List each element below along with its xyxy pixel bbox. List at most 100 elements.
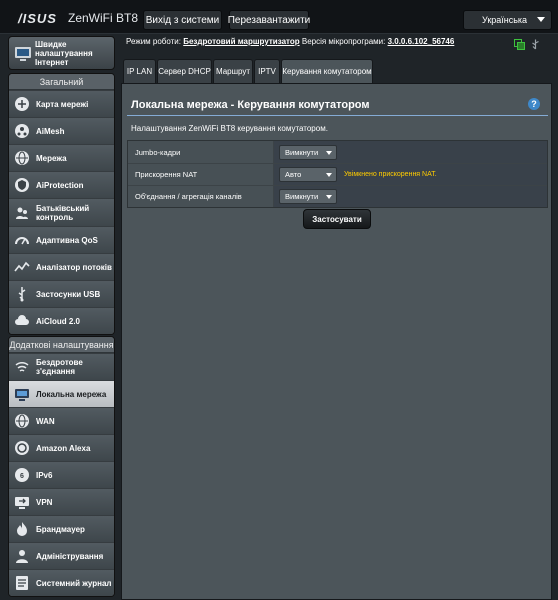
table-row: Jumbo-кадри Вимкнути [128,141,547,163]
link-aggregation-value: Вимкнути [285,192,319,201]
network-icon [14,150,30,166]
tab-iptv[interactable]: IPTV [254,59,280,83]
syslog-icon [14,575,30,591]
jumbo-frame-select[interactable]: Вимкнути [279,144,337,160]
firmware-label: Версія мікропрограми: [301,37,386,46]
tab-switch-control[interactable]: Керування комутатором [281,59,373,83]
svg-text:6: 6 [20,473,24,480]
parental-control-icon [14,205,30,221]
top-bar: /ISUS ZenWiFi BT8 Вихід з системи Переза… [0,0,558,34]
model-name: ZenWiFi BT8 [68,11,139,25]
sidebar-item-network-map[interactable]: Карта мережі [9,90,114,117]
table-row: Об'єднання / агрегація каналів Вимкнути [128,185,547,207]
quick-setup-label: Швидке налаштування Інтернет [35,39,93,67]
sidebar-item-label: AiProtection [36,180,84,190]
quick-setup-button[interactable]: Швидке налаштування Інтернет [8,36,115,70]
sidebar-item-parental-control[interactable]: Батьківський контроль [9,198,114,226]
cloud-icon [14,313,30,329]
help-icon[interactable]: ? [528,98,540,110]
sidebar-item-wireless[interactable]: Бездротове з'єднання [9,353,114,380]
sidebar-item-administration[interactable]: Адміністрування [9,542,114,569]
jumbo-frame-cell: Вимкнути [274,141,547,163]
sidebar-item-network[interactable]: Мережа [9,144,114,171]
main-panel: Локальна мережа - Керування комутатором … [121,83,552,600]
nat-acceleration-label: Прискорення NAT [128,164,274,185]
nat-acceleration-select[interactable]: Авто [279,167,337,182]
status-icons [514,37,541,50]
language-label: Українська [482,15,528,25]
chevron-down-icon [326,173,332,177]
chevron-down-icon [326,150,332,155]
network-map-icon [14,96,30,112]
wireless-icon [14,359,30,375]
sidebar-item-label: AiCloud 2.0 [36,316,81,326]
vpn-icon [14,494,30,510]
reboot-button[interactable]: Перезавантажити [228,10,310,30]
sidebar-item-lan[interactable]: Локальна мережа [9,380,114,407]
chevron-down-icon [537,17,545,22]
sidebar-item-label: Карта мережі [36,99,89,109]
nat-status-note: Увімкнено прискорення NAT. [344,171,437,178]
usb-status-icon[interactable] [530,37,541,50]
advanced-menu-group: Додаткові налаштування Бездротове з'єдна… [8,336,115,597]
sidebar-item-vpn[interactable]: VPN [9,488,114,515]
page-description: Налаштування ZenWiFi BT8 керування комут… [131,124,328,133]
sidebar-item-label: Адміністрування [36,551,104,561]
firmware-link[interactable]: 3.0.0.6.102_56746 [388,37,455,46]
link-aggregation-cell: Вимкнути [274,186,547,207]
sidebar-item-label: VPN [36,497,53,507]
jumbo-frame-value: Вимкнути [285,147,319,157]
sidebar-item-alexa[interactable]: Amazon Alexa [9,434,114,461]
mode-label: Режим роботи: [126,37,181,46]
sidebar-item-usb-apps[interactable]: Застосунки USB [9,280,114,307]
sidebar-item-label: Системний журнал [36,578,112,588]
sidebar-item-firewall[interactable]: Брандмауер [9,515,114,542]
sidebar-item-label: Локальна мережа [36,389,107,399]
advanced-group-title: Додаткові налаштування [9,337,114,353]
sidebar-item-adaptive-qos[interactable]: Адаптивна QoS [9,226,114,253]
page-title: Локальна мережа - Керування комутатором [131,99,370,111]
status-line: Режим роботи: Бездротовий маршрутизатор … [126,37,454,46]
apply-button[interactable]: Застосувати [303,209,371,229]
traffic-analyzer-icon [14,259,30,275]
sidebar-item-label: Аналізатор потоків [36,262,112,272]
sidebar-item-label: Бездротове з'єднання [36,358,83,376]
sidebar-item-label: Адаптивна QoS [36,235,98,245]
sidebar-item-traffic-analyzer[interactable]: Аналізатор потоків [9,253,114,280]
title-divider [127,115,548,116]
settings-table: Jumbo-кадри Вимкнути Прискорення NAT Авт… [127,140,548,208]
admin-icon [14,548,30,564]
general-group-title: Загальний [9,74,114,90]
sidebar-item-label: Батьківський контроль [36,203,90,222]
sidebar-item-system-log[interactable]: Системний журнал [9,569,114,596]
general-menu-group: Загальний Карта мережі AiMesh Мережа AiP… [8,73,115,335]
alexa-icon [14,440,30,456]
tab-route[interactable]: Маршрут [213,59,253,83]
language-select[interactable]: Українська [463,10,552,30]
sidebar-item-aimesh[interactable]: AiMesh [9,117,114,144]
sidebar-item-label: WAN [36,416,55,426]
internet-status-icon[interactable] [514,37,525,50]
shield-icon [14,177,30,193]
qos-icon [14,232,30,248]
tab-dhcp-server[interactable]: Сервер DHCP [157,59,212,83]
aimesh-icon [14,123,30,139]
link-aggregation-label: Об'єднання / агрегація каналів [128,186,274,207]
link-aggregation-select[interactable]: Вимкнути [279,189,337,204]
mode-link[interactable]: Бездротовий маршрутизатор [183,37,299,46]
sidebar-item-aicloud[interactable]: AiCloud 2.0 [9,307,114,334]
tab-ip-lan[interactable]: IP LAN [123,59,156,83]
sidebar-item-aiprotection[interactable]: AiProtection [9,171,114,198]
sidebar-item-wan[interactable]: WAN [9,407,114,434]
logout-button[interactable]: Вихід з системи [143,10,222,30]
sidebar-item-label: Amazon Alexa [36,443,91,453]
sidebar-item-ipv6[interactable]: 6 IPv6 [9,461,114,488]
nat-acceleration-value: Авто [285,170,302,179]
ipv6-icon: 6 [14,467,30,483]
sidebar-item-label: IPv6 [36,470,53,480]
sidebar-item-label: Брандмауер [36,524,85,534]
chevron-down-icon [326,195,332,199]
firewall-icon [14,521,30,537]
lan-icon [14,386,30,402]
table-row: Прискорення NAT Авто Увімкнено прискорен… [128,163,547,185]
